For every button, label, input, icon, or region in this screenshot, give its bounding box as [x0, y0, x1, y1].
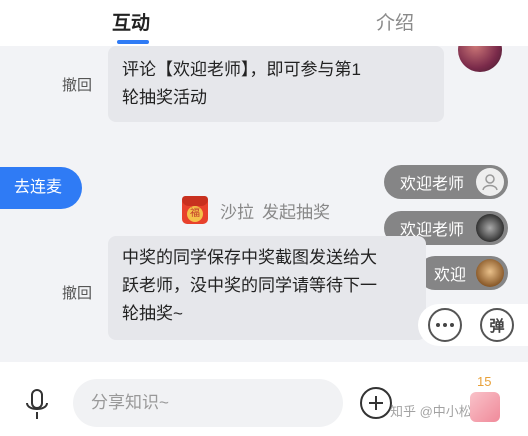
- active-tab-indicator: [117, 40, 149, 44]
- add-button[interactable]: [360, 387, 392, 419]
- message-bubble: 评论【欢迎老师】，即可参与第1 轮抽奖活动: [108, 46, 444, 122]
- user-avatar-icon: [476, 168, 504, 196]
- message-text-line: 评论【欢迎老师】，即可参与第1: [122, 60, 361, 79]
- comment-input[interactable]: 分享知识~: [73, 379, 343, 427]
- system-actor: 沙拉: [220, 202, 254, 222]
- bottom-input-bar: 分享知识~ 知乎 @中小松玉 15: [0, 362, 528, 436]
- like-icon[interactable]: [470, 392, 500, 422]
- go-mic-button[interactable]: 去连麦: [0, 167, 82, 209]
- message-text-line: 轮抽奖活动: [122, 88, 207, 107]
- system-action: 发起抽奖: [262, 202, 330, 222]
- barrage-toggle-button[interactable]: 弹: [480, 308, 514, 342]
- message-text-line: 轮抽奖~: [122, 304, 183, 323]
- avatar[interactable]: [458, 46, 502, 72]
- microphone-icon[interactable]: [24, 389, 50, 421]
- message-bubble: 中奖的同学保存中奖截图发送给大 跃老师，没中奖的同学请等待下一 轮抽奖~: [108, 236, 426, 340]
- withdraw-button[interactable]: 撤回: [62, 74, 92, 95]
- floating-comment-text: 欢迎: [434, 267, 467, 284]
- message-text-line: 跃老师，没中奖的同学请等待下一: [122, 276, 377, 295]
- red-packet-icon: [182, 196, 208, 224]
- avatar: [476, 214, 504, 242]
- top-tab-bar: 互动 介绍: [0, 0, 528, 46]
- avatar: [476, 259, 504, 287]
- floating-comment: 欢迎: [418, 256, 508, 290]
- message-text-line: 中奖的同学保存中奖截图发送给大: [122, 248, 377, 267]
- more-dots-icon[interactable]: [428, 308, 462, 342]
- system-notice: 沙拉 发起抽奖: [182, 195, 330, 225]
- action-panel: 弹: [418, 304, 528, 346]
- floating-comment: 欢迎老师: [384, 165, 508, 199]
- like-count: 15: [477, 374, 492, 389]
- withdraw-button[interactable]: 撤回: [62, 282, 92, 303]
- floating-comment-text: 欢迎老师: [400, 176, 465, 193]
- chat-area[interactable]: 撤回 评论【欢迎老师】，即可参与第1 轮抽奖活动 去连麦 沙拉 发起抽奖 欢迎老…: [0, 46, 528, 362]
- tab-introduction[interactable]: 介绍: [376, 8, 414, 35]
- tab-interaction[interactable]: 互动: [112, 8, 150, 35]
